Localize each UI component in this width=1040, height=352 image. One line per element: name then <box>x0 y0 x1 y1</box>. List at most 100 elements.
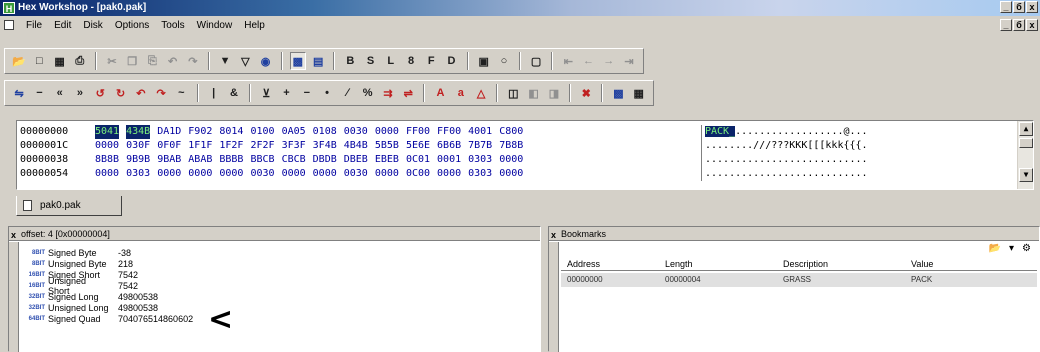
byte-group[interactable]: 0000 <box>375 125 399 139</box>
mirror-icon[interactable]: ⇌ <box>400 84 416 102</box>
checksum-icon[interactable]: ○ <box>496 52 512 70</box>
split-view-icon[interactable]: ▤ <box>310 52 326 70</box>
type-value[interactable]: 7542 <box>118 270 178 280</box>
byte-group[interactable]: BBBB <box>219 153 243 167</box>
row-ascii[interactable]: ........................... <box>701 167 937 181</box>
copy-icon[interactable]: ❐ <box>124 52 140 70</box>
redo-icon[interactable]: ↷ <box>185 52 201 70</box>
byte-group[interactable]: 0F0F <box>157 139 181 153</box>
byte-group[interactable]: 9BAB <box>157 153 181 167</box>
settings-icon[interactable]: ⚙ <box>1022 243 1031 254</box>
or-icon[interactable]: | <box>206 84 222 102</box>
find-next-icon[interactable]: ▽ <box>237 52 253 70</box>
and-icon[interactable]: & <box>226 84 242 102</box>
type-value[interactable]: 7542 <box>118 281 178 291</box>
byte-group[interactable]: 3F4B <box>313 139 337 153</box>
rotate-right-carry-icon[interactable]: ↷ <box>153 84 169 102</box>
menu-options[interactable]: Options <box>109 20 155 31</box>
list-item[interactable]: 8BIT Unsigned Byte 218 <box>25 258 525 269</box>
byte-group[interactable]: 0000 <box>375 167 399 181</box>
row-ascii[interactable]: ........///???KKK[[[kkk{{{. <box>701 139 937 153</box>
template-icon[interactable]: ◨ <box>546 84 562 102</box>
swap-icon[interactable]: ⇉ <box>380 84 396 102</box>
find-icon[interactable]: ▼ <box>217 52 233 70</box>
list-item[interactable]: 16BIT Unsigned Short 7542 <box>25 276 525 296</box>
byte-group[interactable]: 4001 <box>468 125 492 139</box>
shift-right-icon[interactable]: » <box>72 84 88 102</box>
byte-group[interactable]: 7B7B <box>468 139 492 153</box>
open-folder-icon[interactable]: 📂 <box>11 52 27 70</box>
hex-view-icon[interactable]: ▩ <box>289 52 307 70</box>
hex-row[interactable]: 00000038 8B8B 9B9B 9BAB ABAB BBBB BBCB CBCB DBD… <box>17 153 1033 167</box>
byte-group[interactable]: 0C01 <box>406 153 430 167</box>
byte-group[interactable]: 7B8B <box>499 139 523 153</box>
menu-edit[interactable]: Edit <box>48 20 77 31</box>
add-icon[interactable]: + <box>278 84 294 102</box>
menu-file[interactable]: File <box>20 20 48 31</box>
rotate-right-icon[interactable]: ↻ <box>112 84 128 102</box>
byte-group[interactable]: 0000 <box>157 167 181 181</box>
long-button[interactable]: L <box>383 52 399 70</box>
byte-group[interactable]: 0A05 <box>282 125 306 139</box>
shift-left-icon[interactable]: « <box>52 84 68 102</box>
column-description[interactable]: Description <box>777 257 905 270</box>
doc-close-button[interactable]: x <box>1026 19 1038 31</box>
multiply-icon[interactable]: • <box>319 84 335 102</box>
byte-group[interactable]: 0001 <box>437 153 461 167</box>
assign-icon[interactable]: ⇋ <box>11 84 27 102</box>
close-button[interactable]: x <box>1026 1 1038 13</box>
type-value[interactable]: 49800538 <box>118 303 178 313</box>
calculator-icon[interactable]: ▩ <box>610 84 626 102</box>
divide-icon[interactable]: ∕ <box>339 84 355 102</box>
scroll-down-icon[interactable]: ▼ <box>1019 168 1033 182</box>
byte-group[interactable]: 0000 <box>499 167 523 181</box>
byte-group[interactable]: 0108 <box>313 125 337 139</box>
byte-group[interactable]: 5B5B <box>375 139 399 153</box>
list-item[interactable]: 32BIT Unsigned Long 49800538 <box>25 302 525 313</box>
properties-icon[interactable]: ◫ <box>505 84 521 102</box>
row-ascii[interactable]: ........................... <box>701 153 937 167</box>
minus-icon[interactable]: − <box>299 84 315 102</box>
byte-group[interactable]: 0030 <box>250 167 274 181</box>
list-item[interactable]: 8BIT Signed Byte -38 <box>25 247 525 258</box>
app-icon[interactable]: H <box>3 2 15 14</box>
lowercase-icon[interactable]: a <box>453 84 469 102</box>
byte-group[interactable]: ABAB <box>188 153 212 167</box>
minimize-button[interactable]: _ <box>1000 1 1012 13</box>
byte-group[interactable]: 5E6E <box>406 139 430 153</box>
rotate-left-carry-icon[interactable]: ↶ <box>133 84 149 102</box>
type-value[interactable]: 49800538 <box>118 292 178 302</box>
cut-icon[interactable]: ✂ <box>104 52 120 70</box>
ascii-selection[interactable]: PACK_ <box>705 126 736 137</box>
next-icon[interactable]: → <box>601 52 617 70</box>
byte-group[interactable]: BBCB <box>250 153 274 167</box>
byte-group[interactable]: 4B4B <box>344 139 368 153</box>
byte-group[interactable]: F902 <box>188 125 212 139</box>
byte-group[interactable]: 0100 <box>250 125 274 139</box>
list-item[interactable]: 64BIT Signed Quad 704076514860602 <box>25 313 525 324</box>
quad-button[interactable]: 8 <box>403 52 419 70</box>
byte-group[interactable]: 0000 <box>95 167 119 181</box>
paste-icon[interactable]: ⎘ <box>144 52 160 70</box>
byte-group[interactable]: 3F3F <box>282 139 306 153</box>
menu-tools[interactable]: Tools <box>155 20 190 31</box>
byte-group[interactable]: 0C00 <box>406 167 430 181</box>
byte-group[interactable]: 0000 <box>219 167 243 181</box>
byte-group[interactable]: 434B <box>126 125 151 139</box>
xor-icon[interactable]: ⊻ <box>258 84 274 102</box>
row-ascii[interactable]: PACK_..................@... <box>701 125 937 139</box>
byte-group[interactable]: 0000 <box>95 139 119 153</box>
double-button[interactable]: D <box>443 52 459 70</box>
byte-group[interactable]: 0030 <box>344 125 368 139</box>
byte-group[interactable]: 030F <box>126 139 150 153</box>
prev-icon[interactable]: ← <box>580 52 596 70</box>
panel-grip[interactable] <box>9 242 19 352</box>
byte-group[interactable]: 9B9B <box>126 153 150 167</box>
byte-group[interactable]: EBEB <box>375 153 399 167</box>
type-value[interactable]: -38 <box>118 248 178 258</box>
save-icon[interactable]: ▦ <box>51 52 67 70</box>
doc-restore-button[interactable]: б <box>1013 19 1025 31</box>
mod-icon[interactable]: % <box>360 84 376 102</box>
byte-group[interactable]: DA1D <box>157 125 181 139</box>
hex-editor[interactable]: 00000000 5041 434B DA1D F902 8014 0100 0A05 010… <box>16 120 1034 190</box>
